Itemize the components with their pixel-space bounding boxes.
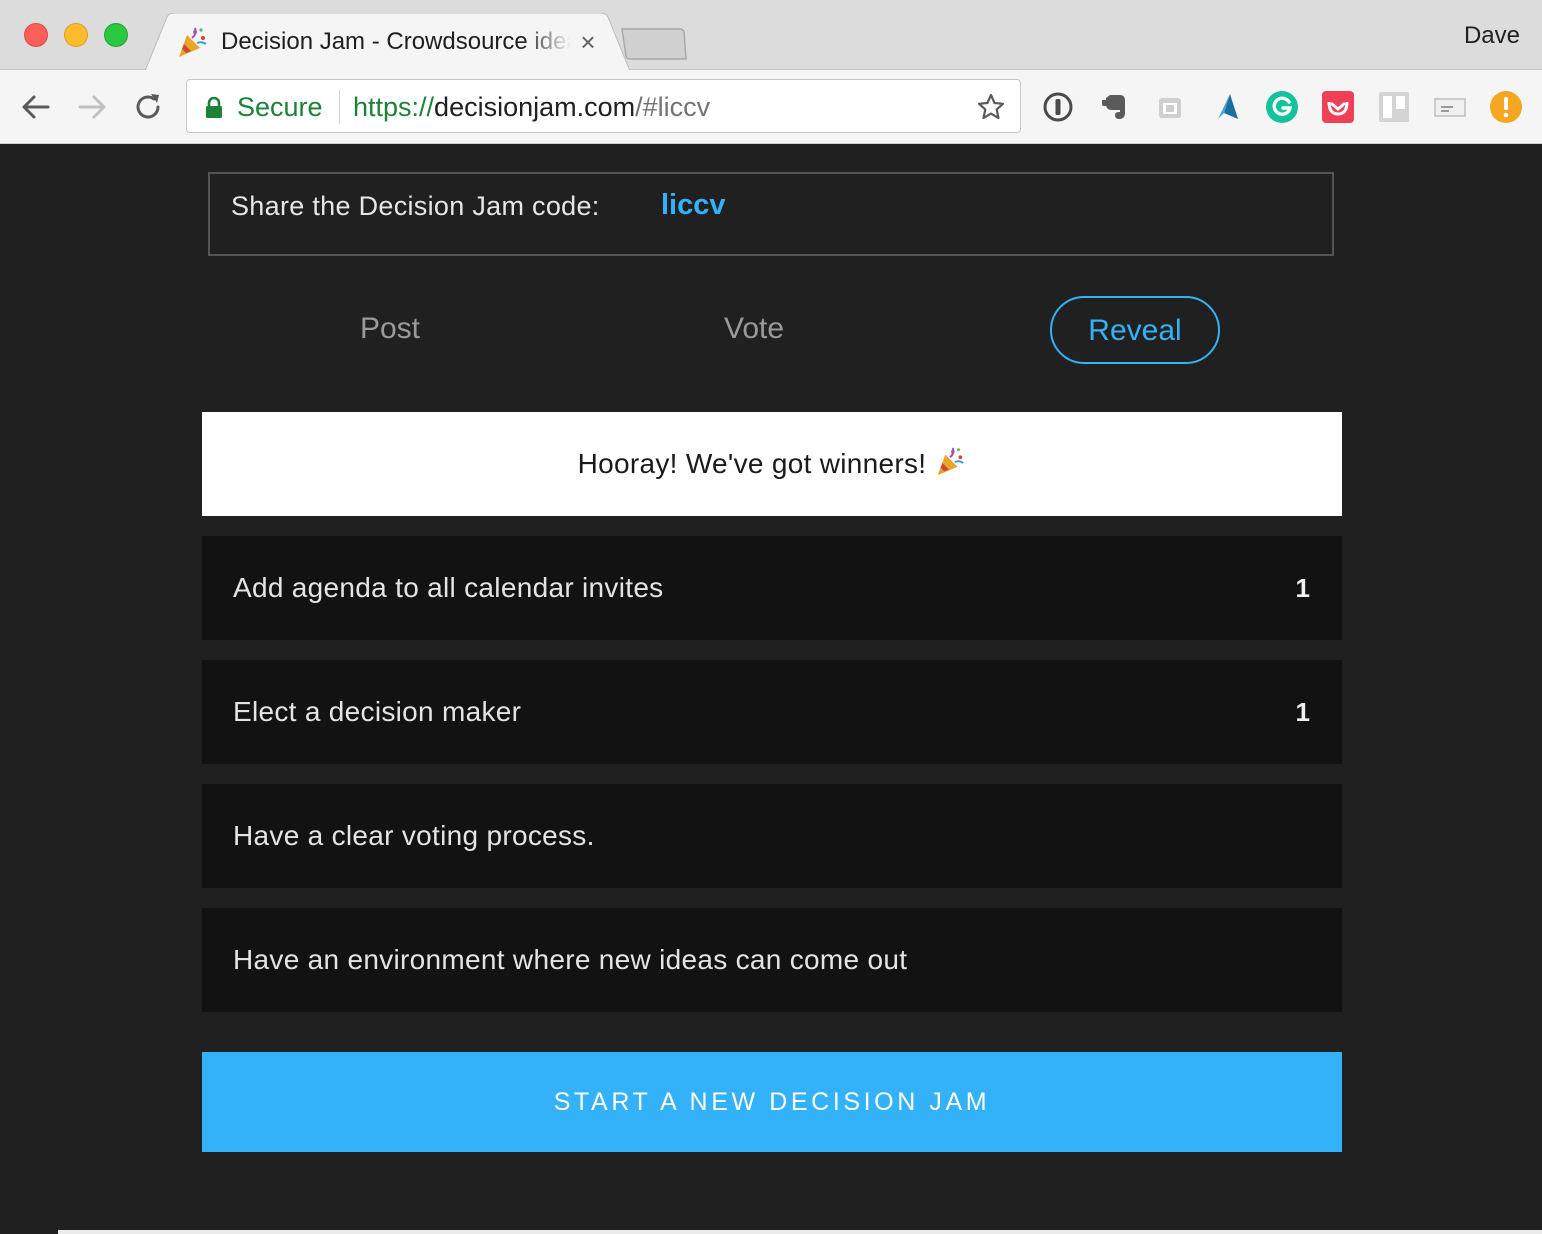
url-scheme: https://	[353, 92, 435, 122]
zoom-window-button[interactable]	[104, 23, 128, 47]
minimize-window-button[interactable]	[64, 23, 88, 47]
start-new-decision-jam-label: START A NEW DECISION JAM	[553, 1087, 991, 1116]
share-code-value[interactable]: liccv	[661, 188, 726, 222]
idea-card: Add agenda to all calendar invites 1	[202, 536, 1342, 640]
profile-name[interactable]: Dave	[1464, 20, 1520, 52]
tab-vote[interactable]: Vote	[684, 296, 824, 364]
bookmark-star-icon[interactable]	[976, 92, 1006, 122]
new-tab-button[interactable]	[620, 27, 688, 61]
mail-extension-icon[interactable]	[1432, 89, 1468, 125]
secure-label: Secure	[237, 92, 323, 122]
1password-icon[interactable]	[1040, 89, 1076, 125]
winners-banner: Hooray! We've got winners!	[202, 412, 1342, 516]
pocket-icon[interactable]	[1320, 89, 1356, 125]
idea-card: Have an environment where new ideas can …	[202, 908, 1342, 1012]
decision-jam-page: Share the Decision Jam code: liccv Post …	[0, 145, 1542, 1234]
party-popper-icon	[175, 26, 209, 60]
idea-text: Have an environment where new ideas can …	[233, 944, 908, 975]
idea-text: Add agenda to all calendar invites	[233, 572, 664, 603]
browser-toolbar: Secure https://decisionjam.com/#liccv	[0, 70, 1542, 144]
tab-close-icon[interactable]: ×	[575, 29, 601, 55]
url-text: https://decisionjam.com/#liccv	[353, 91, 710, 123]
calendar-extension-icon[interactable]	[1152, 89, 1188, 125]
trello-icon[interactable]	[1376, 89, 1412, 125]
kite-icon[interactable]	[1208, 89, 1244, 125]
tab-reveal[interactable]: Reveal	[1050, 296, 1220, 364]
idea-card: Elect a decision maker 1	[202, 660, 1342, 764]
winners-banner-text: Hooray! We've got winners!	[577, 448, 927, 479]
forward-button[interactable]	[74, 89, 110, 125]
grammarly-icon[interactable]	[1264, 89, 1300, 125]
start-new-decision-jam-button[interactable]: START A NEW DECISION JAM	[202, 1052, 1342, 1152]
back-button[interactable]	[18, 89, 54, 125]
address-bar[interactable]: Secure https://decisionjam.com/#liccv	[186, 79, 1021, 133]
idea-card: Have a clear voting process.	[202, 784, 1342, 888]
idea-text: Elect a decision maker	[233, 696, 522, 727]
browser-tab-active[interactable]: Decision Jam - Crowdsource ideas ×	[145, 13, 630, 71]
share-code-panel: Share the Decision Jam code: liccv	[208, 172, 1334, 256]
evernote-icon[interactable]	[1096, 89, 1132, 125]
idea-vote-count: 1	[1295, 573, 1310, 603]
url-path: /#liccv	[635, 92, 711, 122]
tab-post[interactable]: Post	[320, 296, 460, 364]
tab-title: Decision Jam - Crowdsource ideas	[221, 28, 571, 55]
omnibox-divider	[339, 90, 340, 124]
reload-icon	[136, 94, 160, 119]
share-code-label: Share the Decision Jam code:	[231, 191, 600, 221]
idea-vote-count: 1	[1295, 697, 1310, 727]
alert-extension-icon[interactable]	[1488, 89, 1524, 125]
reload-button[interactable]	[130, 89, 166, 125]
window-bottom-edge	[58, 1230, 1542, 1234]
close-window-button[interactable]	[24, 23, 48, 47]
lock-icon	[206, 97, 222, 118]
arrow-right-icon	[78, 95, 106, 119]
url-host: decisionjam.com	[434, 92, 636, 122]
browser-titlebar: Decision Jam - Crowdsource ideas × Dave	[0, 0, 1542, 71]
idea-text: Have a clear voting process.	[233, 820, 595, 851]
phase-tabs: Post Vote Reveal	[202, 296, 1342, 364]
arrow-left-icon	[22, 95, 50, 119]
party-popper-icon	[934, 446, 966, 483]
